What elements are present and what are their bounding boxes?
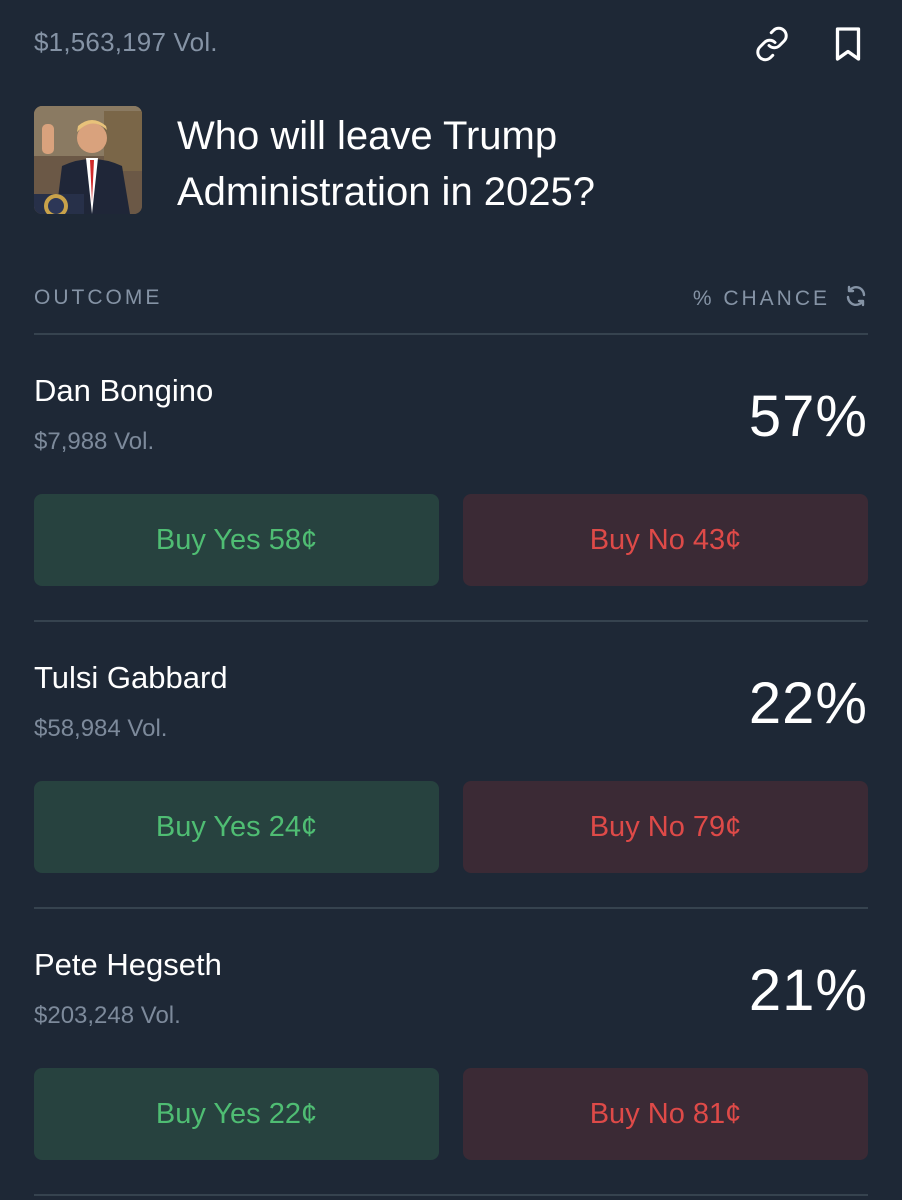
column-header: OUTCOME % CHANCE xyxy=(34,246,868,335)
link-icon[interactable] xyxy=(752,24,792,64)
total-volume: $1,563,197 Vol. xyxy=(34,27,218,57)
market-title: Who will leave Trump Administration in 2… xyxy=(177,114,596,214)
market-page: $1,563,197 Vol. Who will leave Trump Adm… xyxy=(0,0,902,1200)
outcome-row-tulsi-gabbard: Tulsi Gabbard $58,984 Vol. 22% Buy Yes 2… xyxy=(34,622,868,909)
chance-column: % CHANCE xyxy=(693,284,868,314)
outcome-row-dan-bongino: Dan Bongino $7,988 Vol. 57% Buy Yes 58¢ … xyxy=(34,335,868,622)
outcome-volume: $7,988 Vol. xyxy=(34,428,155,455)
outcome-name: Pete Hegseth xyxy=(34,947,222,982)
outcome-chance: 21% xyxy=(748,958,868,1023)
market-thumbnail xyxy=(34,106,142,214)
chance-column-label: % CHANCE xyxy=(692,287,830,310)
buy-yes-button[interactable]: Buy Yes 24¢ xyxy=(34,781,439,873)
outcome-volume: $203,248 Vol. xyxy=(34,1002,181,1029)
outcome-chance: 57% xyxy=(748,384,868,449)
buy-yes-button[interactable]: Buy Yes 22¢ xyxy=(34,1068,439,1160)
outcome-chance: 22% xyxy=(748,671,868,736)
outcome-name: Dan Bongino xyxy=(34,373,214,408)
outcome-row-pete-hegseth: Pete Hegseth $203,248 Vol. 21% Buy Yes 2… xyxy=(34,909,868,1196)
outcome-name: Tulsi Gabbard xyxy=(34,660,228,695)
refresh-icon[interactable] xyxy=(844,284,868,314)
bookmark-icon[interactable] xyxy=(828,24,868,64)
buy-no-button[interactable]: Buy No 43¢ xyxy=(463,494,868,586)
market-header: Who will leave Trump Administration in 2… xyxy=(34,88,868,246)
outcome-column-label: OUTCOME xyxy=(34,286,163,309)
top-bar: $1,563,197 Vol. xyxy=(34,0,868,88)
top-actions xyxy=(752,24,868,64)
outcome-volume: $58,984 Vol. xyxy=(34,715,168,742)
buy-no-button[interactable]: Buy No 79¢ xyxy=(463,781,868,873)
buy-yes-button[interactable]: Buy Yes 58¢ xyxy=(34,494,439,586)
buy-no-button[interactable]: Buy No 81¢ xyxy=(463,1068,868,1160)
